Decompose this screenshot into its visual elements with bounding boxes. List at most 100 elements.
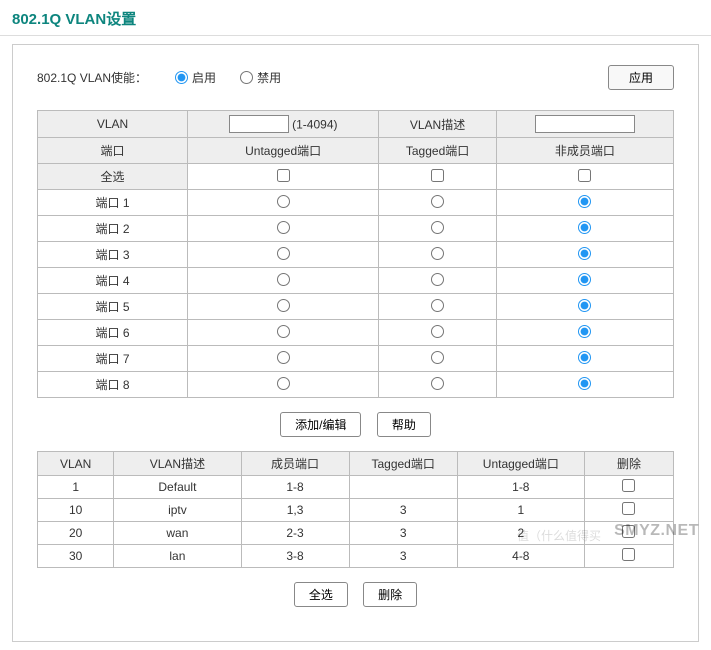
port-label: 端口 8 [38,372,188,398]
port-label: 端口 6 [38,320,188,346]
select-all-tagged[interactable] [431,169,444,182]
port-nonmember-radio[interactable] [578,351,591,364]
list-cell-tagged: 3 [349,522,457,545]
list-cell-desc: iptv [114,499,241,522]
enable-text: 启用 [192,69,216,86]
list-header-tagged: Tagged端口 [349,452,457,476]
watermark-logo: 值（什么值得买 [517,527,601,544]
port-nonmember-radio[interactable] [578,221,591,234]
list-cell-desc: lan [114,545,241,568]
list-delete-checkbox[interactable] [622,502,635,515]
list-header-delete: 删除 [584,452,673,476]
vlan-list-table: VLAN VLAN描述 成员端口 Tagged端口 Untagged端口 删除 … [37,451,674,568]
port-tagged-radio[interactable] [431,377,444,390]
port-nonmember-radio[interactable] [578,247,591,260]
port-nonmember-radio[interactable] [578,273,591,286]
enable-radio[interactable] [175,71,188,84]
list-cell-untagged: 1 [457,499,584,522]
select-all-button[interactable]: 全选 [294,582,348,607]
apply-button[interactable]: 应用 [608,65,674,90]
header-vlan-desc-label: VLAN描述 [379,111,497,138]
enable-option[interactable]: 启用 [175,69,216,86]
port-row: 端口 4 [38,268,674,294]
port-nonmember-radio[interactable] [578,299,591,312]
list-header-vlan: VLAN [38,452,114,476]
watermark-text: SMYZ.NET [614,522,699,540]
help-button[interactable]: 帮助 [377,412,431,437]
list-buttons: 全选 删除 [37,582,674,607]
port-label: 端口 1 [38,190,188,216]
vlan-id-hint: (1-4094) [292,118,337,132]
list-cell-untagged: 1-8 [457,476,584,499]
port-tagged-radio[interactable] [431,299,444,312]
list-cell-untagged: 4-8 [457,545,584,568]
list-cell-tagged [349,476,457,499]
port-untagged-radio[interactable] [277,351,290,364]
port-row: 端口 7 [38,346,674,372]
list-cell-vlan: 30 [38,545,114,568]
title-divider [0,35,711,36]
header-vlan: VLAN [38,111,188,138]
header-vlan-desc-cell [496,111,673,138]
enable-row: 802.1Q VLAN使能： 启用 禁用 应用 [37,65,674,90]
list-cell-member: 2-3 [241,522,349,545]
port-tagged-radio[interactable] [431,273,444,286]
add-edit-button[interactable]: 添加/编辑 [280,412,361,437]
disable-option[interactable]: 禁用 [240,69,281,86]
page-title: 802.1Q VLAN设置 [0,0,711,35]
disable-text: 禁用 [257,69,281,86]
port-row: 端口 3 [38,242,674,268]
port-untagged-radio[interactable] [277,247,290,260]
header-nonmember: 非成员端口 [496,138,673,164]
port-untagged-radio[interactable] [277,195,290,208]
port-untagged-radio[interactable] [277,377,290,390]
list-header-untagged: Untagged端口 [457,452,584,476]
list-cell-vlan: 20 [38,522,114,545]
port-tagged-radio[interactable] [431,221,444,234]
vlan-id-input[interactable] [229,115,289,133]
header-tagged: Tagged端口 [379,138,497,164]
list-cell-desc: wan [114,522,241,545]
list-cell-tagged: 3 [349,499,457,522]
port-untagged-radio[interactable] [277,273,290,286]
port-row: 端口 5 [38,294,674,320]
port-tagged-radio[interactable] [431,325,444,338]
port-untagged-radio[interactable] [277,299,290,312]
select-all-untagged[interactable] [277,169,290,182]
config-buttons: 添加/编辑 帮助 [37,412,674,437]
port-tagged-radio[interactable] [431,247,444,260]
port-tagged-radio[interactable] [431,195,444,208]
select-all-row-label: 全选 [38,164,188,190]
disable-radio[interactable] [240,71,253,84]
list-cell-vlan: 1 [38,476,114,499]
select-all-nonmember[interactable] [578,169,591,182]
header-untagged: Untagged端口 [188,138,379,164]
port-nonmember-radio[interactable] [578,195,591,208]
header-vlan-id-cell: (1-4094) [188,111,379,138]
port-tagged-radio[interactable] [431,351,444,364]
list-cell-tagged: 3 [349,545,457,568]
list-cell-member: 1,3 [241,499,349,522]
port-label: 端口 2 [38,216,188,242]
vlan-list-row: 1Default1-81-8 [38,476,674,499]
vlan-desc-input[interactable] [535,115,635,133]
port-row: 端口 1 [38,190,674,216]
port-config-table: VLAN (1-4094) VLAN描述 端口 Untagged端口 Tagge… [37,110,674,398]
list-header-desc: VLAN描述 [114,452,241,476]
port-label: 端口 5 [38,294,188,320]
list-cell-member: 1-8 [241,476,349,499]
port-nonmember-radio[interactable] [578,377,591,390]
main-panel: 802.1Q VLAN使能： 启用 禁用 应用 VLAN (1-4094) VL… [12,44,699,642]
delete-button[interactable]: 删除 [363,582,417,607]
port-untagged-radio[interactable] [277,325,290,338]
enable-radio-group: 启用 禁用 [175,69,608,86]
port-nonmember-radio[interactable] [578,325,591,338]
vlan-list-row: 10iptv1,331 [38,499,674,522]
list-header-member: 成员端口 [241,452,349,476]
port-row: 端口 6 [38,320,674,346]
port-untagged-radio[interactable] [277,221,290,234]
port-row: 端口 2 [38,216,674,242]
list-cell-desc: Default [114,476,241,499]
list-delete-checkbox[interactable] [622,479,635,492]
port-label: 端口 4 [38,268,188,294]
